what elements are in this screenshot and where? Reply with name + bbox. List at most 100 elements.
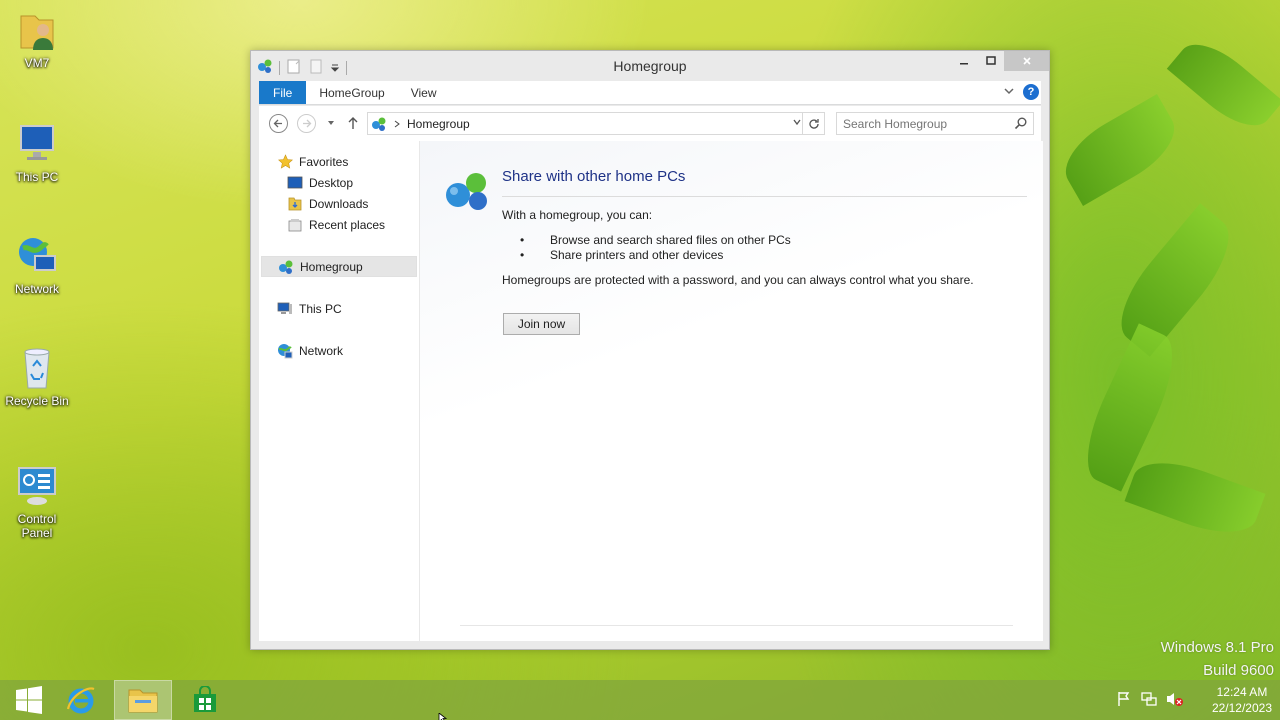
navigation-pane: Favorites Desktop Downloads Recent place… [259,141,419,641]
close-button[interactable] [1004,51,1049,71]
bottom-divider [460,625,1013,626]
nav-item-label: Network [299,343,344,358]
tab-view[interactable]: View [398,81,450,104]
search-box[interactable] [836,112,1034,135]
wallpaper-leaf [1166,30,1280,140]
ribbon-right: ? [1003,84,1039,100]
forward-arrow-icon [296,113,316,133]
homegroup-icon [278,260,294,274]
watermark-edition: Windows 8.1 Pro [1160,639,1274,656]
nav-item-label: Homegroup [300,259,363,274]
window-controls [950,51,1049,71]
taskbar-file-explorer[interactable] [114,680,172,720]
back-button[interactable] [267,112,289,134]
help-button[interactable]: ? [1023,84,1039,100]
ribbon-tabs: File HomeGroup View ? [259,81,1041,105]
store-icon [194,686,216,712]
list-item: Browse and search shared files on other … [520,233,791,248]
address-dropdown-icon[interactable] [792,117,802,130]
search-input[interactable] [843,116,1013,131]
nav-item-label: Favorites [299,154,349,169]
breadcrumb-homegroup[interactable]: Homegroup [407,117,470,131]
desktop-icon-vm7[interactable]: VM7 [4,8,70,70]
recycle-bin-icon [15,346,59,390]
taskbar-clock[interactable]: 12:24 AM 22/12/2023 [1212,684,1272,716]
nav-item-this-pc[interactable]: This PC [277,298,433,319]
minimize-button[interactable] [950,51,977,71]
system-tray [1116,691,1184,710]
title-bar[interactable]: Homegroup [251,51,1049,81]
feature-list: Browse and search shared files on other … [520,233,791,263]
tab-file[interactable]: File [259,81,307,104]
desktop-icon-label: This PC [15,170,59,184]
desktop-icon-label: Recycle Bin [5,394,69,408]
homegroup-icon [371,116,387,132]
maximize-button[interactable] [977,51,1004,71]
up-button[interactable] [342,112,364,134]
desktop-icon-label: Control Panel [17,512,57,540]
nav-item-label: This PC [299,301,342,316]
nav-item-label: Desktop [309,175,354,190]
tab-homegroup[interactable]: HomeGroup [306,81,397,104]
intro-text: With a homegroup, you can: [502,208,653,222]
clock-date: 22/12/2023 [1211,701,1272,715]
recent-locations-button[interactable] [320,112,342,134]
action-center-flag-icon[interactable] [1116,691,1132,710]
nav-item-favorites[interactable]: Favorites [277,151,433,172]
network-status-icon[interactable] [1141,691,1157,710]
explorer-window: Homegroup File HomeGroup View ? Homegrou… [250,50,1050,650]
nav-item-network[interactable]: Network [277,340,433,361]
watermark-build: Build 9600 [1203,662,1274,679]
clock-time: 12:24 AM [1216,685,1268,699]
os-watermark: Windows 8.1 Pro Build 9600 [1161,636,1274,682]
network-icon [277,343,293,358]
protection-text: Homegroups are protected with a password… [502,273,974,287]
refresh-button[interactable] [802,113,824,134]
control-panel-icon [15,464,59,508]
chevron-down-icon [328,121,334,125]
file-explorer-icon [128,689,158,713]
internet-explorer-icon [66,687,95,714]
join-now-button[interactable]: Join now [503,313,580,335]
back-arrow-icon [268,113,288,133]
desktop-icon-control-panel[interactable]: Control Panel [4,464,70,540]
volume-muted-icon[interactable] [1166,691,1184,710]
desktop-icon-label: Network [14,282,59,296]
heading-divider [502,196,1027,197]
up-arrow-icon [348,117,358,129]
user-folder-icon [15,8,59,52]
refresh-icon [808,118,819,129]
wallpaper-leaf [1103,203,1247,357]
homegroup-content: Share with other home PCs With a homegro… [419,141,1043,641]
taskbar-internet-explorer[interactable] [52,680,110,720]
recent-places-icon [287,218,303,232]
list-item: Share printers and other devices [520,248,791,263]
computer-icon [277,302,293,316]
address-bar[interactable]: Homegroup [367,112,825,135]
expand-ribbon-icon[interactable] [1003,85,1015,100]
nav-item-label: Recent places [309,217,386,232]
desktop-icon-this-pc[interactable]: This PC [4,122,70,184]
taskbar: 12:24 AM 22/12/2023 [0,680,1280,720]
window-title: Homegroup [613,58,687,74]
homegroup-large-icon [444,169,492,216]
windows-logo-icon [16,686,42,714]
navigation-bar: Homegroup [259,106,1041,141]
search-icon[interactable] [1014,117,1027,133]
desktop-icon-network[interactable]: Network [4,234,70,296]
nav-item-label: Downloads [309,196,369,211]
breadcrumb-separator-icon[interactable] [393,120,401,128]
desktop-icon-recycle-bin[interactable]: Recycle Bin [4,346,70,408]
desktop-icon-label: VM7 [24,56,50,70]
start-button[interactable] [0,680,58,720]
wallpaper-leaf [1124,449,1266,546]
wallpaper-leaf [1053,94,1187,206]
network-globe-icon [15,234,59,278]
nav-item-homegroup[interactable]: Homegroup [261,256,417,277]
star-icon [277,154,293,169]
mouse-cursor-icon [438,711,448,720]
downloads-folder-icon [287,197,303,211]
taskbar-store[interactable] [176,680,234,720]
computer-icon [15,122,59,166]
forward-button[interactable] [295,112,317,134]
